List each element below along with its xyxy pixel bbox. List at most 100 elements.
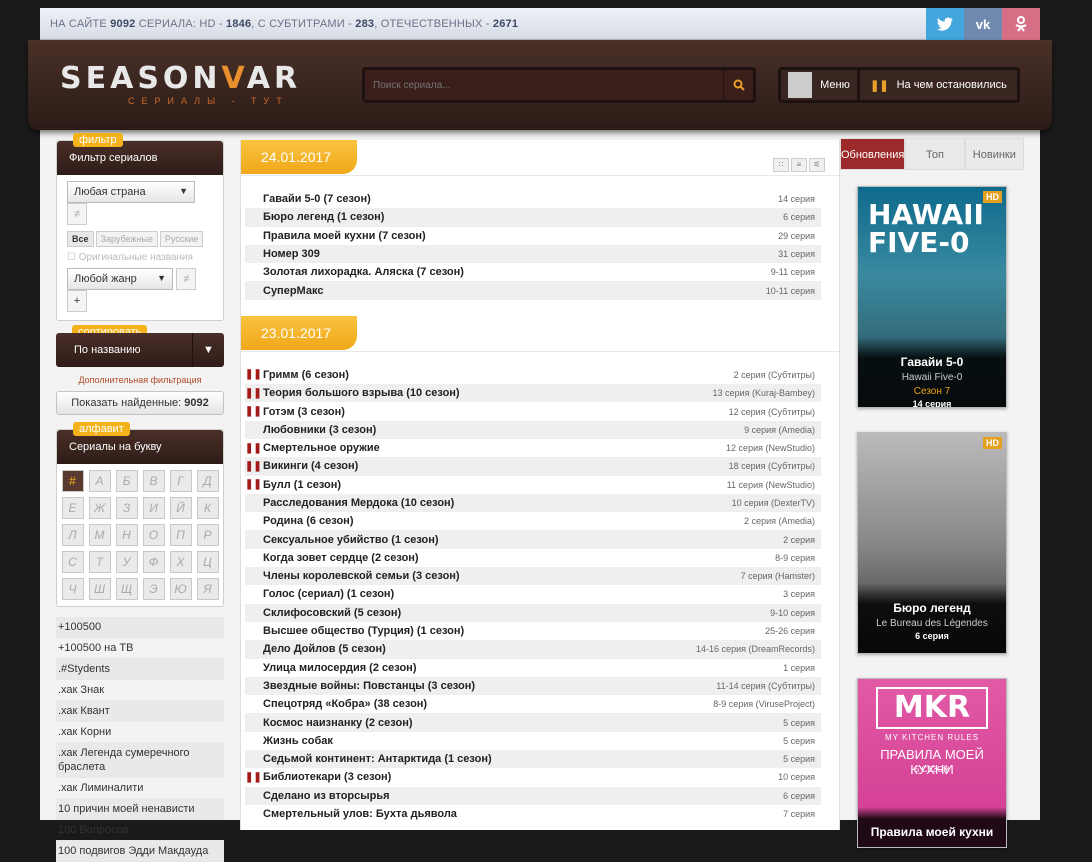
tab-foreign[interactable]: Зарубежные (95, 231, 158, 247)
episode-row[interactable]: Бюро легенд (1 сезон) 6 серия (245, 208, 821, 227)
episode-title[interactable]: Гавайи 5-0 (7 сезон) (259, 193, 371, 205)
series-link[interactable]: .хак Лиминалити (56, 778, 224, 799)
episode-row[interactable]: Звездные войны: Повстанцы (3 сезон) 11-14… (245, 676, 821, 696)
sort-select[interactable]: По названию ▼ (56, 333, 224, 367)
episode-title[interactable]: Гримм (6 сезон) (259, 369, 349, 381)
episode-title[interactable]: Когда зовет сердце (2 сезон) (259, 552, 419, 564)
episode-row[interactable]: ❚❚ Готэм (3 сезон) 12 серия (Субтитры) (245, 402, 821, 420)
episode-title[interactable]: Сексуальное убийство (1 сезон) (259, 534, 439, 546)
episode-title[interactable]: Смертельный улов: Бухта дьявола (259, 808, 457, 820)
episode-row[interactable]: Когда зовет сердце (2 сезон) 8-9 серия (245, 549, 821, 567)
episode-title[interactable]: Звездные войны: Повстанцы (3 сезон) (259, 680, 475, 692)
episode-title[interactable]: СуперМакс (259, 285, 323, 297)
episode-row[interactable]: Золотая лихорадка. Аляска (7 сезон) 9-11 … (245, 263, 821, 281)
letter-button[interactable]: И (142, 497, 165, 519)
episode-title[interactable]: Булл (1 сезон) (259, 479, 341, 491)
series-link[interactable]: +100500 (56, 617, 224, 638)
grid-view-icon[interactable]: ∷ (773, 158, 789, 172)
vk-icon[interactable]: vk (964, 8, 1002, 40)
series-card[interactable]: MKR MY KITCHEN RULES ПРАВИЛА МОЕЙ КУХНИ … (857, 678, 1007, 848)
episode-row[interactable]: Родина (6 сезон) 2 серия (Amedia) (245, 512, 821, 530)
letter-button[interactable]: У (115, 551, 138, 573)
letter-button[interactable]: В (142, 470, 165, 492)
episode-row[interactable]: СуперМакс 10-11 серия (245, 281, 821, 300)
episode-row[interactable]: Улица милосердия (2 сезон) 1 серия (245, 659, 821, 677)
episode-row[interactable]: Спецотряд «Кобра» (38 сезон) 8-9 серия (V… (245, 695, 821, 713)
letter-button[interactable]: К (196, 497, 219, 519)
letter-button[interactable]: Ж (88, 497, 111, 519)
episode-title[interactable]: Готэм (3 сезон) (259, 406, 345, 418)
episode-title[interactable]: Голос (сериал) (1 сезон) (259, 588, 394, 600)
series-card[interactable]: HD Бюро легенд Le Bureau des Légendes 6 … (857, 432, 1007, 654)
letter-button[interactable]: З (115, 497, 138, 519)
letter-button[interactable]: Ф (142, 551, 165, 573)
twitter-icon[interactable] (926, 8, 964, 40)
genre-add-button[interactable]: + (67, 290, 87, 312)
continue-watching-button[interactable]: ❚❚ На чем остановились (860, 70, 1017, 100)
odnoklassniki-icon[interactable] (1002, 8, 1040, 40)
letter-button[interactable]: Х (169, 551, 192, 573)
letter-button[interactable]: Н (115, 524, 138, 546)
genre-exclude-button[interactable]: ≠ (176, 268, 197, 290)
genre-select[interactable]: Любой жанр ▼ (67, 268, 173, 290)
episode-title[interactable]: Бюро легенд (1 сезон) (259, 211, 384, 223)
episode-title[interactable]: Седьмой континент: Антарктида (1 сезон) (259, 753, 492, 765)
episode-row[interactable]: Члены королевской семьи (3 сезон) 7 серия… (245, 567, 821, 586)
letter-button[interactable]: Э (142, 578, 165, 600)
episode-title[interactable]: Правила моей кухни (7 сезон) (259, 230, 426, 242)
country-exclude-button[interactable]: ≠ (67, 203, 87, 225)
episode-row[interactable]: ❚❚ Гримм (6 сезон) 2 серия (Субтитры) (245, 366, 821, 384)
letter-button[interactable]: Л (61, 524, 84, 546)
series-link[interactable]: 100 Вопросов (56, 820, 224, 841)
letter-button[interactable]: Ш (88, 578, 111, 600)
episode-title[interactable]: Члены королевской семьи (3 сезон) (259, 570, 460, 582)
episode-row[interactable]: Космос наизнанку (2 сезон) 5 серия (245, 713, 821, 732)
episode-row[interactable]: ❚❚ Библиотекари (3 сезон) 10 серия (245, 768, 821, 786)
letter-button[interactable]: Ц (196, 551, 219, 573)
site-logo[interactable]: SEASONVAR СЕРИАЛЫ - ТУТ (60, 62, 301, 107)
tab-updates[interactable]: Обновления (840, 138, 906, 170)
episode-row[interactable]: Высшее общество (Турция) (1 сезон) 25-26 … (245, 622, 821, 640)
episode-title[interactable]: Улица милосердия (2 сезон) (259, 662, 416, 674)
series-link[interactable]: 10 причин моей ненависти (56, 799, 224, 820)
episode-title[interactable]: Теория большого взрыва (10 сезон) (259, 387, 460, 399)
series-link[interactable]: +100500 на ТВ (56, 638, 224, 659)
episode-title[interactable]: Любовники (3 сезон) (259, 424, 376, 436)
letter-button[interactable]: А (88, 470, 111, 492)
series-link[interactable]: 100 подвигов Эдди Макдауда (56, 841, 224, 862)
list-view-icon[interactable]: ≡ (791, 158, 807, 172)
series-link[interactable]: .хак Корни (56, 722, 224, 743)
settings-icon[interactable]: ⚟ (809, 158, 825, 172)
episode-row[interactable]: Голос (сериал) (1 сезон) 3 серия (245, 585, 821, 603)
episode-title[interactable]: Смертельное оружие (259, 442, 380, 454)
episode-title[interactable]: Спецотряд «Кобра» (38 сезон) (259, 698, 427, 710)
letter-button[interactable]: С (61, 551, 84, 573)
episode-title[interactable]: Склифосовский (5 сезон) (259, 607, 401, 619)
country-select[interactable]: Любая страна ▼ (67, 181, 195, 203)
episode-title[interactable]: Номер 309 (259, 248, 320, 260)
original-names-checkbox[interactable]: ☐ Оригинальные названия (67, 252, 213, 263)
letter-button[interactable]: Щ (115, 578, 138, 600)
episode-title[interactable]: Викинги (4 сезон) (259, 460, 358, 472)
episode-row[interactable]: Гавайи 5-0 (7 сезон) 14 серия (245, 190, 821, 208)
letter-button[interactable]: Я (196, 578, 219, 600)
episode-row[interactable]: Сделано из вторсырья 6 серия (245, 786, 821, 805)
episode-row[interactable]: Дело Дойлов (5 сезон) 14-16 серия (DreamR… (245, 640, 821, 659)
episode-row[interactable]: Седьмой континент: Антарктида (1 сезон) 5… (245, 750, 821, 769)
episode-title[interactable]: Сделано из вторсырья (259, 790, 390, 802)
show-found-button[interactable]: Показать найденные: 9092 (56, 391, 224, 415)
letter-button[interactable]: Р (196, 524, 219, 546)
letter-button[interactable]: Т (88, 551, 111, 573)
episode-row[interactable]: ❚❚ Теория большого взрыва (10 сезон) 13 се… (245, 384, 821, 403)
advanced-filter-link[interactable]: Дополнительная фильтрация (56, 375, 224, 385)
tab-top[interactable]: Топ (905, 138, 965, 170)
letter-button[interactable]: М (88, 524, 111, 546)
episode-title[interactable]: Дело Дойлов (5 сезон) (259, 643, 386, 655)
letter-button[interactable]: О (142, 524, 165, 546)
episode-row[interactable]: ❚❚ Викинги (4 сезон) 18 серия (Субтитры) (245, 457, 821, 476)
episode-title[interactable]: Библиотекари (3 сезон) (259, 771, 391, 783)
series-link[interactable]: .хак Знак (56, 680, 224, 701)
search-input[interactable] (365, 70, 725, 100)
episode-title[interactable]: Родина (6 сезон) (259, 515, 354, 527)
episode-title[interactable]: Космос наизнанку (2 сезон) (259, 717, 413, 729)
